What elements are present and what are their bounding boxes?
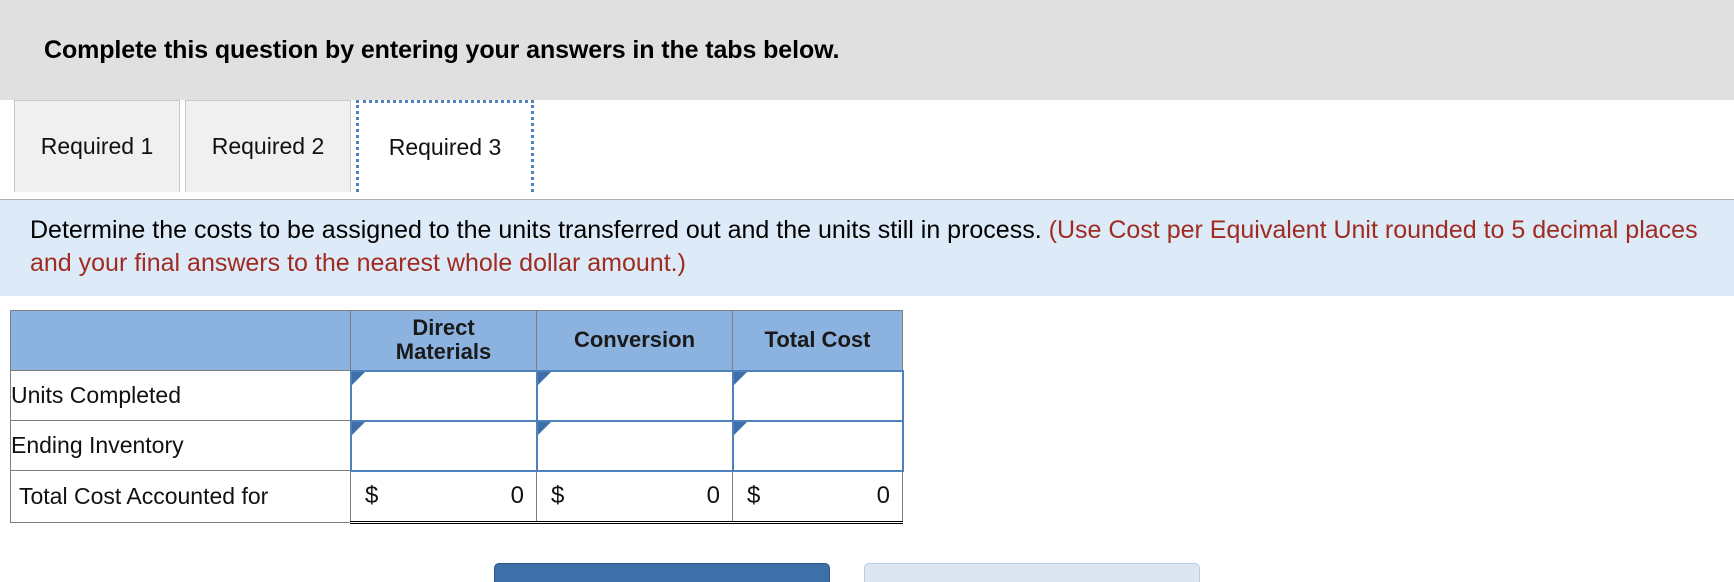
previous-button[interactable] [494,563,830,582]
instruction-main: Determine the costs to be assigned to th… [30,216,1042,244]
header-total-cost: Total Cost [732,310,903,371]
table-header-row: Direct Materials Conversion Total Cost [10,310,903,371]
total-total-cost-value: 0 [876,482,890,510]
tab-required-3[interactable]: Required 3 [356,100,534,192]
total-direct-materials-value: 0 [510,482,524,510]
next-button[interactable] [864,563,1200,582]
cell-marker-icon [733,371,747,385]
table-row: Units Completed [10,369,904,422]
cell-marker-icon [351,371,365,385]
input-ending-inventory-direct-materials[interactable] [349,419,538,472]
cell-marker-icon [733,421,747,435]
question-banner: Complete this question by entering your … [0,0,1734,100]
row-label-units-completed: Units Completed [10,370,351,421]
total-direct-materials: $ 0 [350,469,537,524]
worksheet-container: Direct Materials Conversion Total Cost U… [0,296,1734,524]
currency-symbol: $ [747,482,761,510]
tab-required-1-label: Required 1 [40,133,154,159]
banner-text: Complete this question by entering your … [44,35,840,64]
input-units-completed-total-cost[interactable] [731,369,904,422]
tab-required-2-label: Required 2 [211,133,325,159]
row-label-total-cost-accounted-for: Total Cost Accounted for [10,470,351,523]
instruction-panel: Determine the costs to be assigned to th… [0,200,1734,296]
header-direct-materials: Direct Materials [350,310,537,371]
input-ending-inventory-conversion[interactable] [535,419,734,472]
total-conversion-value: 0 [706,482,720,510]
row-label-ending-inventory: Ending Inventory [10,420,351,471]
cell-marker-icon [537,421,551,435]
header-direct-materials-line1: Direct [412,314,475,340]
cost-assignment-table: Direct Materials Conversion Total Cost U… [10,310,904,524]
table-total-row: Total Cost Accounted for $ 0 $ 0 $ 0 [10,469,903,524]
header-blank [10,310,351,371]
header-conversion: Conversion [536,310,733,371]
input-units-completed-conversion[interactable] [535,369,734,422]
cell-marker-icon [351,421,365,435]
table-row: Ending Inventory [10,419,904,472]
tab-required-3-label: Required 3 [388,134,502,160]
total-total-cost: $ 0 [732,469,903,524]
header-direct-materials-line2: Materials [395,339,492,365]
input-ending-inventory-total-cost[interactable] [731,419,904,472]
input-units-completed-direct-materials[interactable] [349,369,538,422]
tab-bar: Required 1 Required 2 Required 3 [0,100,1734,200]
footer-button-row [0,563,1734,582]
tab-required-2[interactable]: Required 2 [185,100,351,192]
total-conversion: $ 0 [536,469,733,524]
tab-required-1[interactable]: Required 1 [14,100,180,192]
currency-symbol: $ [365,482,379,510]
cell-marker-icon [537,371,551,385]
currency-symbol: $ [551,482,565,510]
